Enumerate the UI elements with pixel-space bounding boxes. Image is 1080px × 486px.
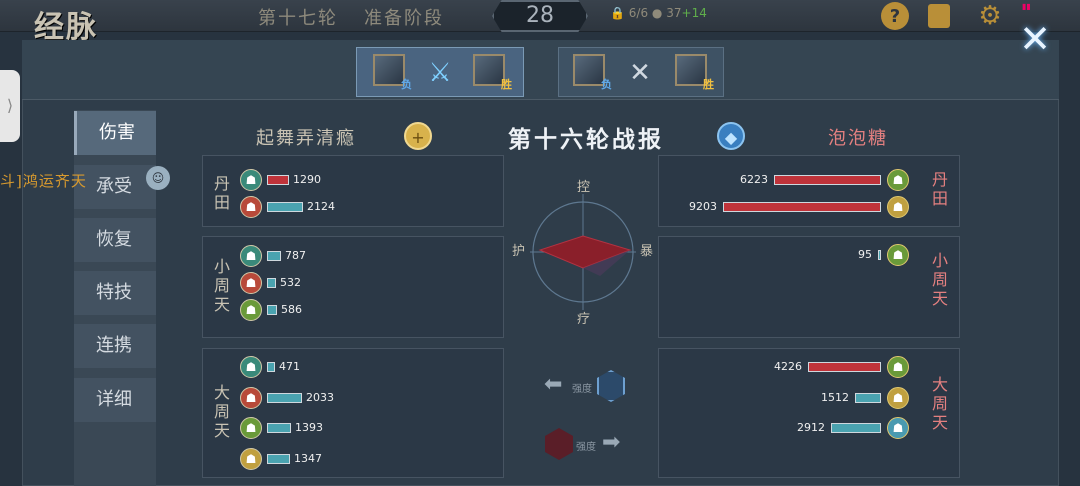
right-arrow-icon: ➡ <box>602 430 621 455</box>
unit-avatar-icon[interactable]: ☗ <box>240 417 262 439</box>
unit-avatar-icon[interactable]: ☗ <box>887 386 909 409</box>
unit-avatar-icon[interactable]: ☗ <box>887 244 909 266</box>
radar-label-crit: 暴 <box>640 244 654 259</box>
damage-value: 586 <box>281 303 302 316</box>
damage-bar <box>267 251 281 261</box>
radar-label-control: 控 <box>577 180 591 195</box>
unit-avatar-icon[interactable]: ☗ <box>887 196 909 218</box>
unit-avatar-icon[interactable]: ☗ <box>240 169 262 191</box>
radar-label-guard: 护 <box>512 244 526 259</box>
damage-bar <box>267 362 275 372</box>
damage-value: 2124 <box>307 200 335 213</box>
damage-value: 6223 <box>740 173 768 186</box>
damage-bar <box>878 250 881 260</box>
radar-shape <box>538 235 632 269</box>
damage-value: 471 <box>279 360 300 373</box>
stat-radar-chart <box>530 194 636 310</box>
damage-value: 95 <box>858 248 872 261</box>
damage-bar <box>855 392 881 403</box>
strength-label: 强度 <box>572 384 592 395</box>
unit-avatar-icon[interactable]: ☗ <box>240 299 262 321</box>
damage-bar <box>267 423 291 433</box>
unit-avatar-icon[interactable]: ☗ <box>887 417 909 439</box>
damage-value: 1393 <box>295 421 323 434</box>
damage-bar <box>808 362 881 372</box>
damage-value: 1290 <box>293 173 321 186</box>
damage-value: 1347 <box>294 451 322 465</box>
damage-bar <box>267 202 303 212</box>
unit-avatar-icon[interactable]: ☗ <box>240 196 262 218</box>
damage-bar <box>267 175 289 185</box>
damage-bar <box>723 202 881 212</box>
damage-bar <box>267 305 277 315</box>
strength-label: 强度 <box>576 442 596 453</box>
left-arrow-icon: ⬅ <box>544 372 563 397</box>
damage-value: 532 <box>280 276 301 289</box>
unit-avatar-icon[interactable]: ☗ <box>887 169 909 191</box>
unit-avatar-icon[interactable]: ☗ <box>887 356 909 378</box>
damage-value: 9203 <box>689 200 717 213</box>
damage-bar <box>831 423 881 433</box>
unit-avatar-icon[interactable]: ☗ <box>240 245 262 267</box>
damage-bar <box>774 175 881 185</box>
unit-avatar-icon[interactable]: ☗ <box>240 356 262 378</box>
unit-avatar-icon[interactable]: ☗ <box>240 272 262 294</box>
radar-label-heal: 疗 <box>577 312 591 327</box>
unit-avatar-icon[interactable]: ☗ <box>240 447 262 470</box>
damage-value: 4226 <box>774 360 802 373</box>
damage-bar <box>267 278 276 288</box>
damage-value: 787 <box>285 249 306 262</box>
damage-value: 2033 <box>306 390 334 404</box>
damage-bar <box>267 392 302 403</box>
damage-value: 2912 <box>797 421 825 434</box>
unit-avatar-icon[interactable]: ☗ <box>240 386 262 409</box>
damage-value: 1512 <box>821 390 849 404</box>
damage-bar <box>267 453 290 464</box>
